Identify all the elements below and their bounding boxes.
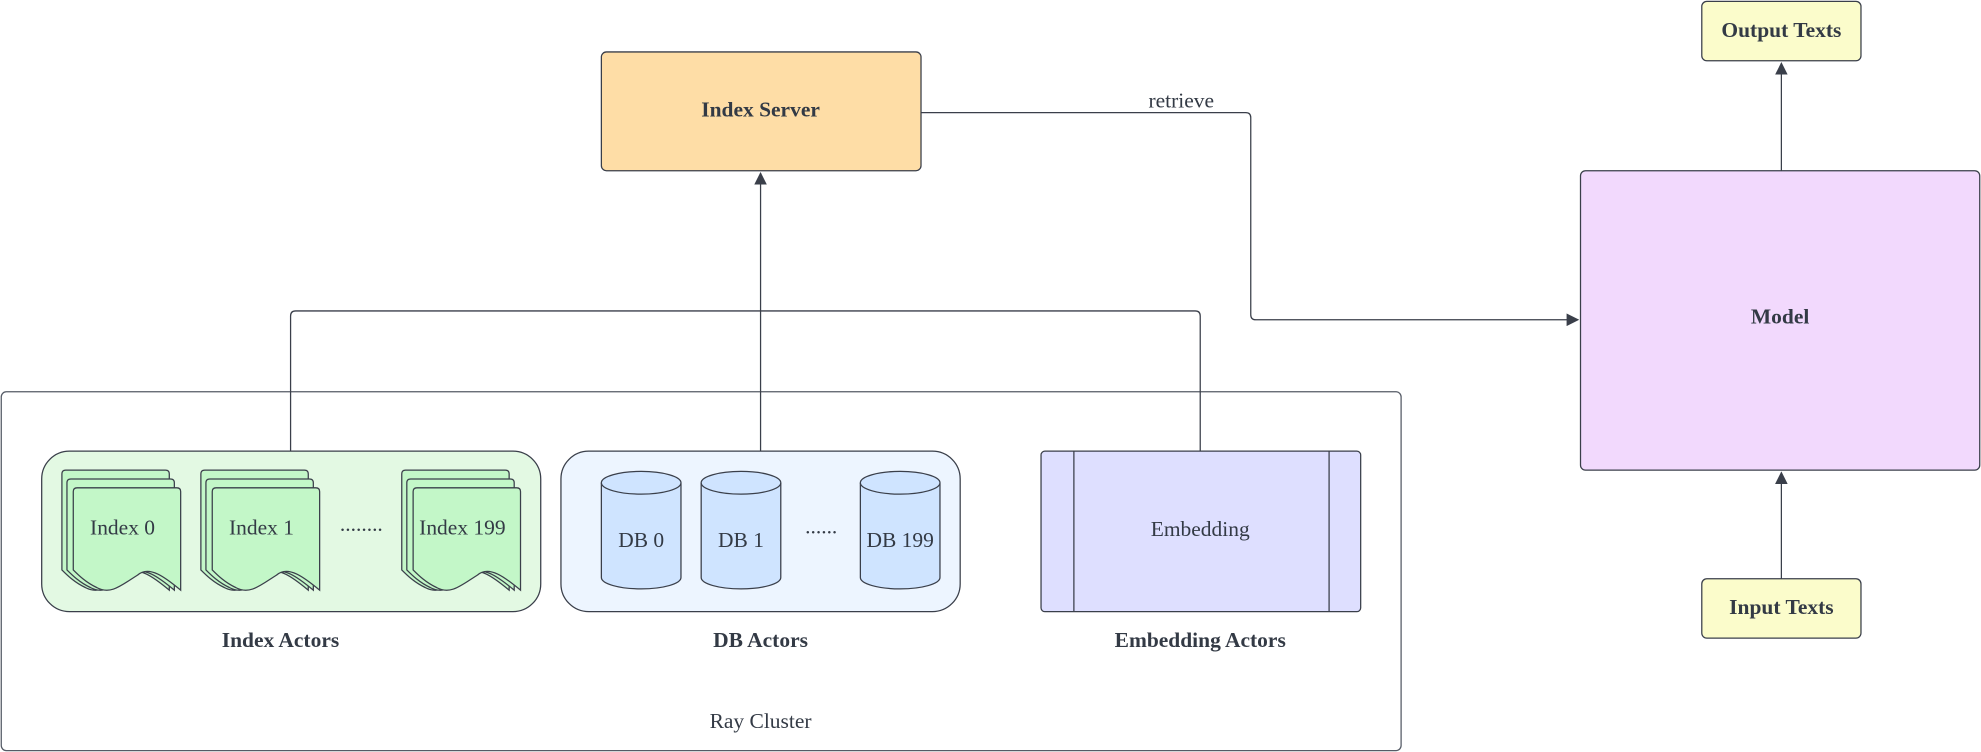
index-label: Index 199 [419,516,505,540]
embedding-label: Embedding [1151,517,1250,541]
index-server-node[interactable]: Index Server [600,51,922,172]
retrieve-label: retrieve [1148,89,1214,113]
index-actors-label: Index Actors [222,628,339,652]
index-ellipsis: ........ [340,512,383,536]
db-ellipsis: ...... [805,514,837,538]
db-label: DB 0 [618,528,664,552]
index-document[interactable]: Index 1 [200,469,321,592]
embedding-actors-label: Embedding Actors [1115,628,1286,652]
output-texts-node[interactable]: Output Texts [1701,0,1862,62]
db-label: DB 1 [718,528,764,552]
model-label: Model [1751,305,1809,329]
arrow-retrieve [921,111,1580,327]
db-actors-group[interactable]: DB 0 DB 1 DB 199 ...... [560,450,961,613]
ray-cluster-label: Ray Cluster [710,709,812,733]
output-texts-label: Output Texts [1721,18,1841,42]
index-label: Index 1 [229,516,294,540]
cylinder-top [859,470,941,495]
input-texts-label: Input Texts [1729,595,1833,619]
db-cylinder[interactable]: DB 0 [600,470,682,590]
index-document[interactable]: Index 199 [401,469,522,592]
input-texts-node[interactable]: Input Texts [1701,578,1862,639]
cylinder-top [700,470,782,495]
architecture-diagram: Ray Cluster retrieve Index Server Index … [0,0,1981,752]
db-cylinder[interactable]: DB 1 [700,470,782,590]
model-node[interactable]: Model [1579,170,1981,471]
db-cylinder[interactable]: DB 199 [859,470,941,590]
index-label: Index 0 [90,516,155,540]
index-document[interactable]: Index 0 [61,469,182,592]
db-actors-label: DB Actors [713,628,808,652]
db-label: DB 199 [866,528,933,552]
embedding-node[interactable]: Embedding [1040,450,1362,613]
cylinder-top [600,470,682,495]
index-server-label: Index Server [701,97,820,121]
index-actors-group[interactable]: Index 0 Index 1 Index 199 ........ [41,450,542,613]
